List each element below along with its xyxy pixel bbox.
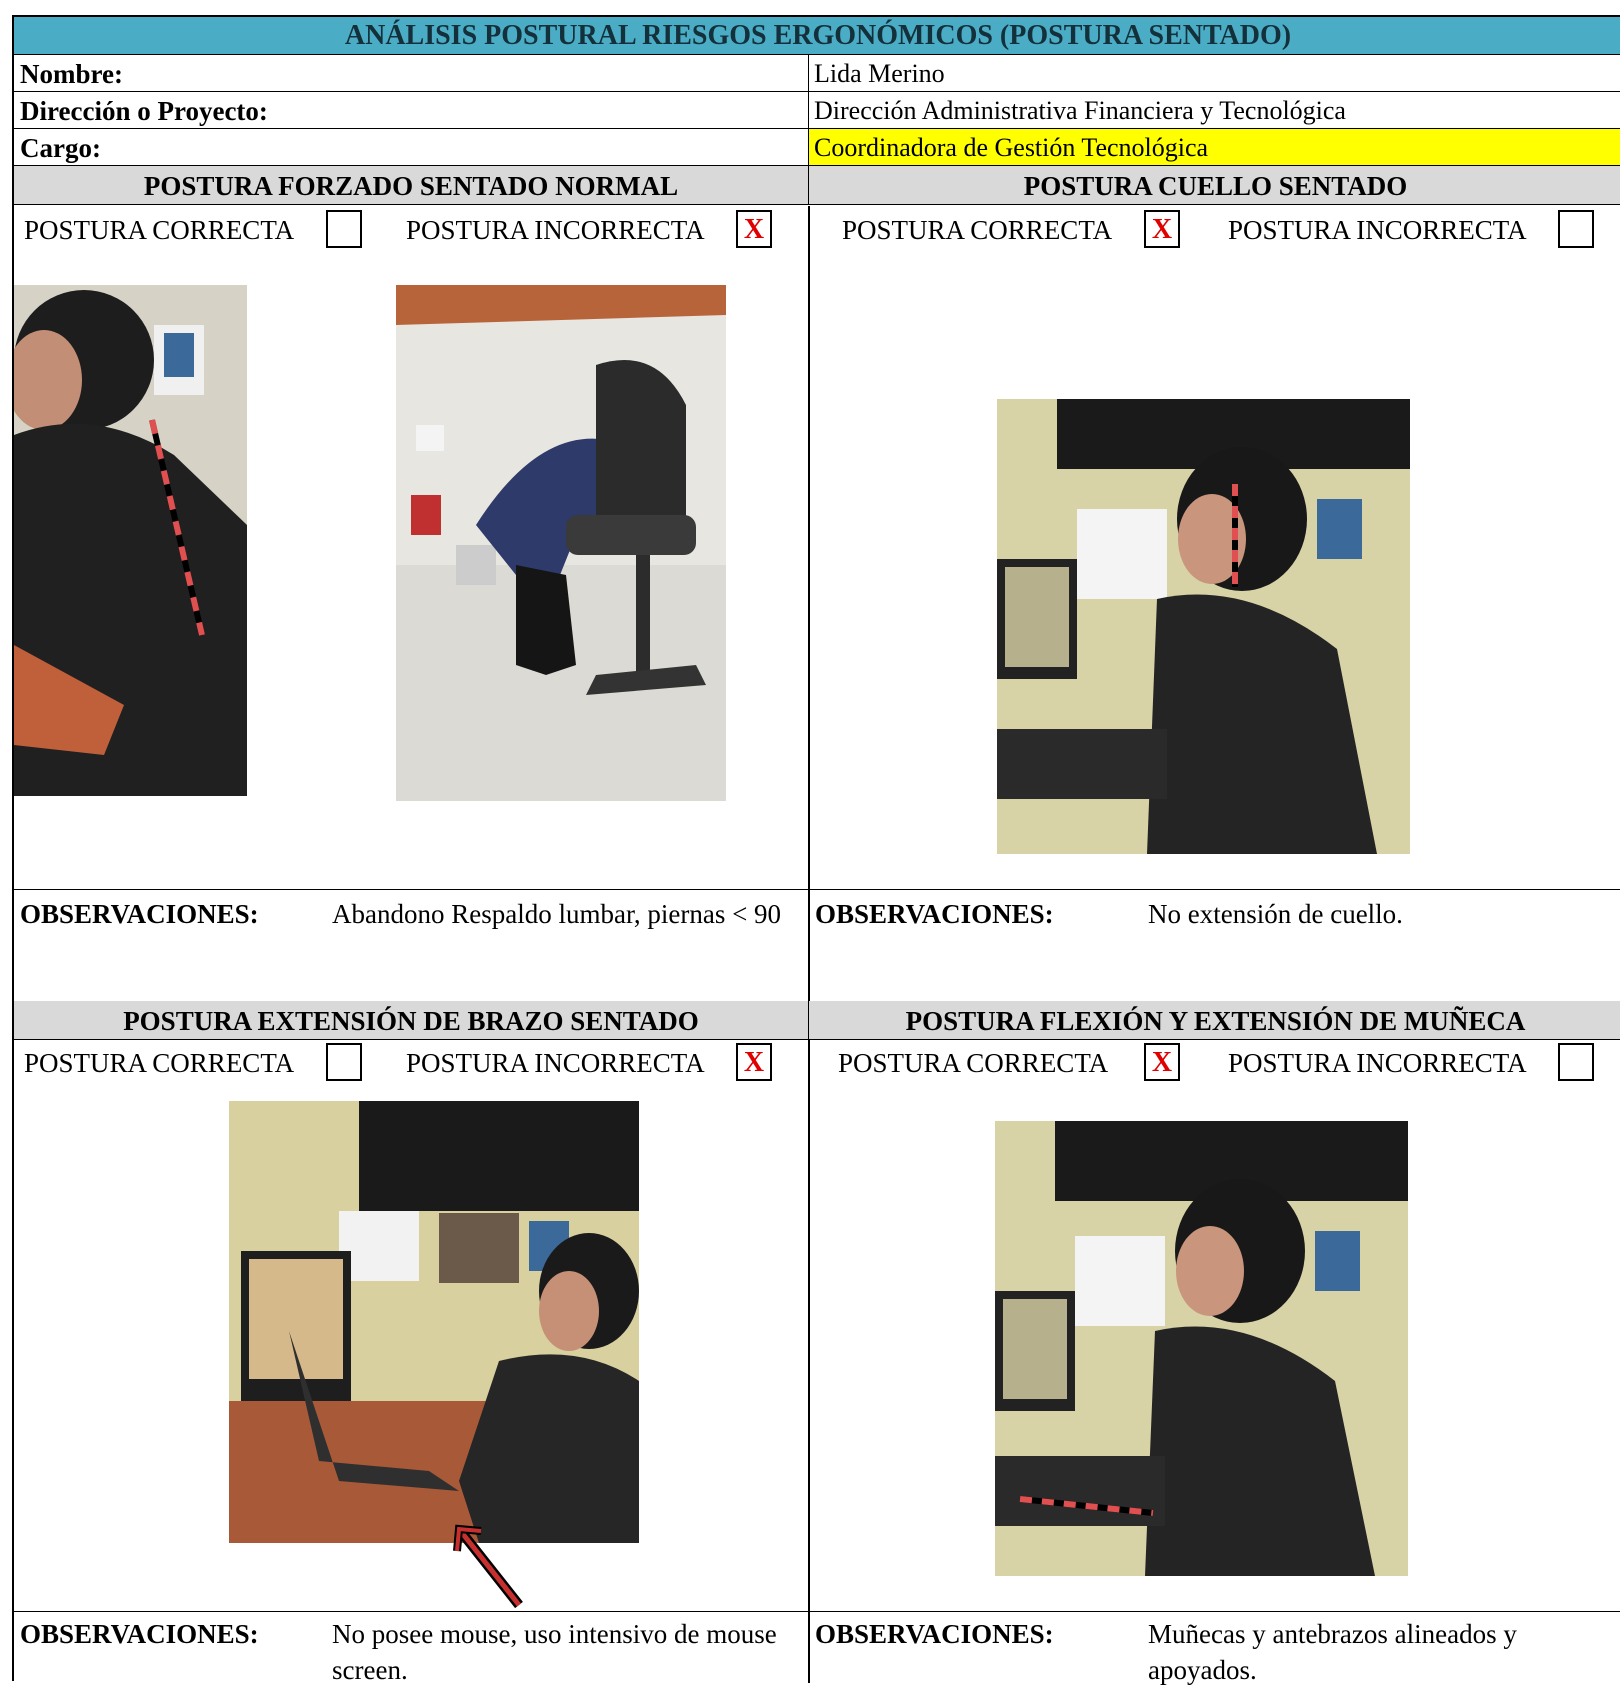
observations-label: OBSERVACIONES: (20, 899, 259, 929)
section-title-neck: POSTURA CUELLO SENTADO (809, 166, 1620, 205)
incorrect-label: POSTURA INCORRECTA (1228, 215, 1527, 245)
position-label: Cargo: (14, 129, 809, 166)
observations-text: Muñecas y antebrazos alineados y apoyado… (1148, 1619, 1517, 1685)
incorrect-label: POSTURA INCORRECTA (1228, 1048, 1527, 1078)
observations-text: No posee mouse, uso intensivo de mouse s… (332, 1619, 777, 1685)
section-title-wrist: POSTURA FLEXIÓN Y EXTENSIÓN DE MUÑECA (809, 1001, 1620, 1040)
correct-label: POSTURA CORRECTA (842, 215, 1113, 245)
separator (14, 889, 1620, 890)
section-title-arm-extension: POSTURA EXTENSIÓN DE BRAZO SENTADO (14, 1001, 809, 1040)
check-mark: X (743, 1047, 765, 1078)
column-divider (808, 206, 810, 1683)
name-value: Lida Merino (809, 55, 1620, 92)
photo-legs-posture (396, 285, 726, 801)
photo-arm-posture (229, 1101, 639, 1543)
incorrect-checkbox[interactable]: X (736, 210, 772, 248)
observations-text: No extensión de cuello. (1148, 899, 1403, 929)
incorrect-label: POSTURA INCORRECTA (406, 215, 705, 245)
correct-checkbox[interactable]: X (326, 210, 362, 248)
incorrect-label: POSTURA INCORRECTA (406, 1048, 705, 1078)
position-value: Coordinadora de Gestión Tecnológica (809, 129, 1620, 166)
check-mark: X (1151, 1047, 1173, 1078)
correct-checkbox[interactable]: X (1144, 210, 1180, 248)
incorrect-checkbox[interactable]: X (1558, 210, 1594, 248)
direction-label: Dirección o Proyecto: (14, 92, 809, 129)
section-title-sitting-normal: POSTURA FORZADO SENTADO NORMAL (14, 166, 809, 205)
correct-label: POSTURA CORRECTA (838, 1048, 1109, 1078)
photo-wrist-posture (995, 1121, 1408, 1576)
observations-label: OBSERVACIONES: (815, 1619, 1054, 1649)
correct-label: POSTURA CORRECTA (24, 215, 295, 245)
separator (14, 1611, 1620, 1612)
page-title: ANÁLISIS POSTURAL RIESGOS ERGONÓMICOS (P… (14, 17, 1620, 55)
check-mark: X (743, 214, 765, 245)
incorrect-checkbox[interactable]: X (736, 1043, 772, 1081)
check-mark: X (1151, 214, 1173, 245)
photo-neck-posture (997, 399, 1410, 854)
observations-text: Abandono Respaldo lumbar, piernas < 90 (332, 899, 782, 929)
posture-analysis-sheet: ANÁLISIS POSTURAL RIESGOS ERGONÓMICOS (P… (12, 15, 1620, 1685)
correct-checkbox[interactable]: X (1144, 1043, 1180, 1081)
correct-checkbox[interactable]: X (326, 1043, 362, 1081)
photo-back-posture (14, 285, 247, 796)
arrow-icon (453, 1524, 523, 1609)
observations-label: OBSERVACIONES: (815, 899, 1054, 929)
observations-label: OBSERVACIONES: (20, 1619, 259, 1649)
name-label: Nombre: (14, 55, 809, 92)
direction-value: Dirección Administrativa Financiera y Te… (809, 92, 1620, 129)
correct-label: POSTURA CORRECTA (24, 1048, 295, 1078)
incorrect-checkbox[interactable]: X (1558, 1043, 1594, 1081)
